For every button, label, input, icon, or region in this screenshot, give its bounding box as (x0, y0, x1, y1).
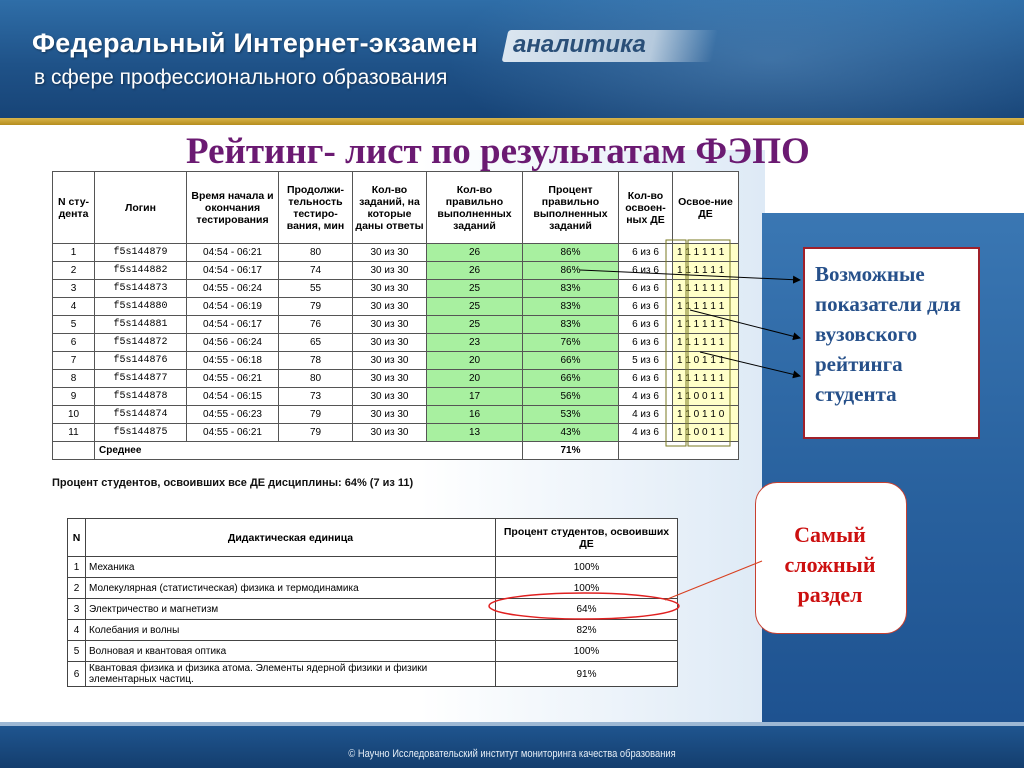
arrow-de (689, 309, 801, 341)
mastery-highlight (687, 239, 731, 447)
hardest-connector (664, 560, 763, 601)
arrow-mastery (699, 351, 801, 379)
arrow-percent (579, 269, 801, 284)
hardest-row-highlight (488, 592, 680, 620)
footer-bar (0, 722, 1024, 768)
footer-copyright: © Научно Исследовательский институт мони… (348, 748, 676, 760)
annotation-overlay (488, 239, 801, 620)
de-count-highlight (665, 239, 687, 447)
